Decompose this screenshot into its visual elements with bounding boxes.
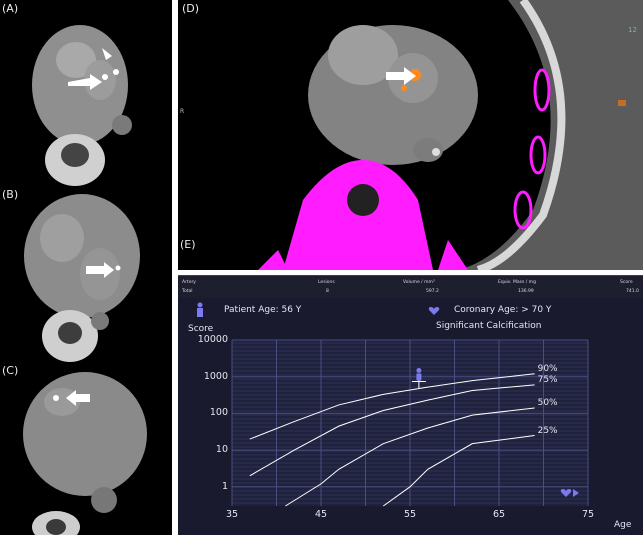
y-tick-label: 10000	[197, 334, 228, 345]
scale-mark: 12	[628, 26, 637, 34]
x-tick-label: 35	[226, 509, 239, 520]
series-label: 25%	[537, 425, 558, 436]
x-axis-label: Age	[614, 520, 632, 530]
table-cell-mass: 136.99	[518, 289, 534, 294]
table-cell-lesions: 8	[326, 289, 329, 294]
y-tick-label: 100	[209, 407, 228, 419]
coronary-age-panel: Patient Age: 56 Y Score Coronary Age: > …	[178, 298, 643, 535]
ct-image-c	[23, 372, 147, 535]
table-cell-volume: 597.2	[426, 289, 439, 294]
y-tick-label: 1	[221, 480, 228, 492]
ct-panel-d[interactable]: (D) R 12 (E)	[178, 0, 643, 270]
table-header-lesions: Lesions	[318, 280, 335, 285]
panel-label-c: (C)	[2, 364, 19, 377]
panel-label-e: (E)	[180, 238, 196, 251]
ct-image-a	[32, 25, 132, 186]
patient-marker-body	[416, 373, 422, 381]
x-tick-label: 45	[315, 509, 328, 520]
table-header-artery: Artery	[182, 280, 196, 285]
table-cell-score: 741.0	[626, 289, 639, 294]
table-header-mass: Equiv. Mass / mg	[498, 280, 536, 285]
ct-panel-c[interactable]: (C)	[0, 362, 172, 535]
calcium-score-table: Artery Lesions Volume / mm³ Equiv. Mass …	[178, 275, 643, 299]
table-header-score: Score	[620, 280, 633, 285]
x-tick-label: 65	[493, 509, 506, 520]
percentile-chart	[231, 339, 589, 507]
ct-panel-a[interactable]: (A)	[0, 0, 172, 186]
panel-label-a: (A)	[2, 2, 19, 15]
series-label: 90%	[537, 363, 558, 374]
y-tick-label: 1000	[203, 370, 228, 382]
series-label: 75%	[537, 374, 558, 385]
patient-marker-head	[416, 367, 422, 373]
panel-label-b: (B)	[2, 188, 19, 201]
y-tick-label: 10	[215, 444, 228, 456]
x-tick-label: 55	[404, 509, 417, 520]
ct-image-b	[24, 194, 140, 362]
x-tick-label: 75	[582, 509, 595, 520]
ct-image-d	[258, 0, 643, 270]
side-marker: R	[180, 108, 185, 115]
series-label: 50%	[537, 398, 558, 409]
ct-panel-b[interactable]: (B)	[0, 186, 172, 362]
table-cell-total: Total	[182, 289, 193, 294]
table-header-volume: Volume / mm³	[403, 280, 435, 285]
panel-label-d: (D)	[182, 2, 200, 15]
